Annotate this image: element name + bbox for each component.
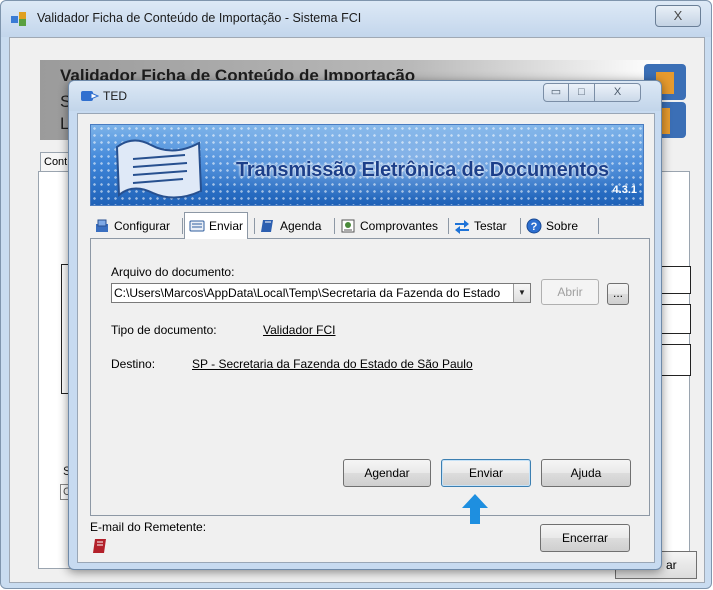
- arrow-up-icon: [462, 494, 488, 524]
- tab-label: Comprovantes: [360, 219, 439, 233]
- help-icon: ?: [526, 218, 542, 234]
- tab-separator: [448, 218, 449, 234]
- close-dialog-button[interactable]: Encerrar: [540, 524, 630, 552]
- tab-sobre[interactable]: ? Sobre: [522, 214, 582, 238]
- minimize-button[interactable]: ▭: [543, 83, 569, 102]
- schedule-button[interactable]: Agendar: [343, 459, 431, 487]
- chevron-down-icon[interactable]: ▼: [513, 284, 530, 302]
- tab-separator: [598, 218, 599, 234]
- tab-label: Agenda: [280, 219, 322, 233]
- destination-value: SP - Secretaria da Fazenda do Estado de …: [192, 357, 473, 371]
- ted-banner: Transmissão Eletrônica de Documentos 4.3…: [90, 124, 644, 206]
- svg-text:?: ?: [531, 221, 538, 233]
- background-window-title: Validador Ficha de Conteúdo de Importaçã…: [37, 11, 362, 25]
- tab-separator: [334, 218, 335, 234]
- file-path-combo[interactable]: C:\Users\Marcos\AppData\Local\Temp\Secre…: [111, 283, 531, 303]
- background-close-button[interactable]: X: [655, 5, 701, 27]
- destination-label: Destino:: [111, 357, 156, 371]
- tab-separator: [182, 218, 183, 234]
- browse-button[interactable]: ...: [607, 283, 629, 305]
- ted-titlebar: TED ▭ □ X: [69, 81, 661, 111]
- open-button[interactable]: Abrir: [541, 279, 599, 305]
- enviar-panel: Arquivo do documento: C:\Users\Marcos\Ap…: [90, 238, 650, 516]
- maximize-button[interactable]: □: [569, 83, 595, 102]
- agenda-icon: [261, 220, 273, 232]
- tab-label: Testar: [474, 219, 507, 233]
- banner-version: 4.3.1: [612, 184, 637, 196]
- file-label: Arquivo do documento:: [111, 265, 235, 279]
- help-button[interactable]: Ajuda: [541, 459, 631, 487]
- ted-body: Transmissão Eletrônica de Documentos 4.3…: [77, 113, 655, 563]
- tab-strip: Configurar Enviar Agenda Comprovantes Te…: [90, 212, 650, 239]
- file-path-value: C:\Users\Marcos\AppData\Local\Temp\Secre…: [114, 286, 501, 300]
- doc-type-value: Validador FCI: [263, 323, 336, 337]
- ted-window-title: TED: [103, 89, 127, 103]
- banner-title: Transmissão Eletrônica de Documentos: [236, 159, 609, 181]
- receipts-icon: [341, 219, 355, 233]
- app-icon: [11, 12, 26, 26]
- doc-type-label: Tipo de documento:: [111, 323, 217, 337]
- book-icon[interactable]: [92, 538, 108, 554]
- tab-comprovantes[interactable]: Comprovantes: [336, 214, 442, 238]
- background-titlebar: Validador Ficha de Conteúdo de Importaçã…: [1, 1, 711, 37]
- tab-agenda[interactable]: Agenda: [256, 214, 325, 238]
- tab-separator: [520, 218, 521, 234]
- gear-icon: [96, 219, 108, 232]
- tab-enviar[interactable]: Enviar: [184, 212, 249, 239]
- tab-label: Configurar: [114, 219, 171, 233]
- tab-separator: [254, 218, 255, 234]
- tab-configurar[interactable]: Configurar: [90, 214, 174, 238]
- test-arrows-icon: [455, 220, 469, 234]
- tab-label: Sobre: [546, 219, 579, 233]
- tab-label: Enviar: [209, 219, 244, 233]
- sender-email-label: E-mail do Remetente:: [90, 520, 207, 534]
- send-button[interactable]: Enviar: [441, 459, 531, 487]
- screen: Validador Ficha de Conteúdo de Importaçã…: [0, 0, 713, 590]
- ted-dialog: TED ▭ □ X Transmissão Eletrônica de Docu…: [68, 80, 662, 570]
- tab-testar[interactable]: Testar: [450, 214, 511, 238]
- ted-app-icon: [81, 91, 99, 101]
- document-scroll-icon: [115, 139, 203, 199]
- send-icon: [189, 220, 205, 232]
- close-button[interactable]: X: [595, 83, 641, 102]
